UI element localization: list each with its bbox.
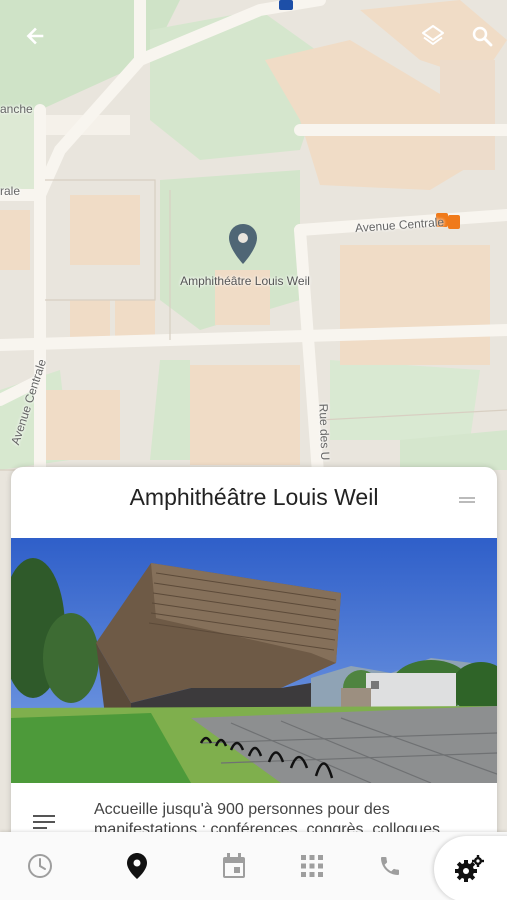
street-label-rue-des-u: Rue des U [316,403,333,461]
location-marker[interactable] [227,222,259,266]
street-label-anche: anche [0,102,33,116]
layers-button[interactable] [415,18,451,54]
calendar-icon [223,853,245,878]
settings-gears-icon [455,855,484,882]
bottom-navigation [0,832,507,900]
back-button[interactable] [17,18,53,54]
place-icon [229,224,257,264]
apps-grid-icon [301,855,323,877]
place-icon [127,853,147,879]
settings-button[interactable] [434,836,507,900]
clock-icon [28,854,52,878]
search-button[interactable] [464,18,500,54]
nav-history[interactable] [24,850,56,882]
layers-icon [422,25,444,45]
nav-phone[interactable] [374,850,406,882]
description-icon [33,815,55,829]
search-icon [472,26,493,47]
arrow-back-icon [26,27,44,45]
place-photo [11,538,497,783]
nav-apps[interactable] [296,850,328,882]
phone-icon [381,857,399,875]
nav-map[interactable] [121,850,153,882]
place-title: Amphithéâtre Louis Weil [129,484,379,510]
place-detail-card[interactable]: Amphithéâtre Louis Weil Accueille jusqu'… [11,467,497,847]
poi-label: Amphithéâtre Louis Weil [180,274,310,288]
nav-calendar[interactable] [218,850,250,882]
street-label-rale: rale [0,184,21,198]
drag-handle-icon[interactable] [459,497,475,503]
